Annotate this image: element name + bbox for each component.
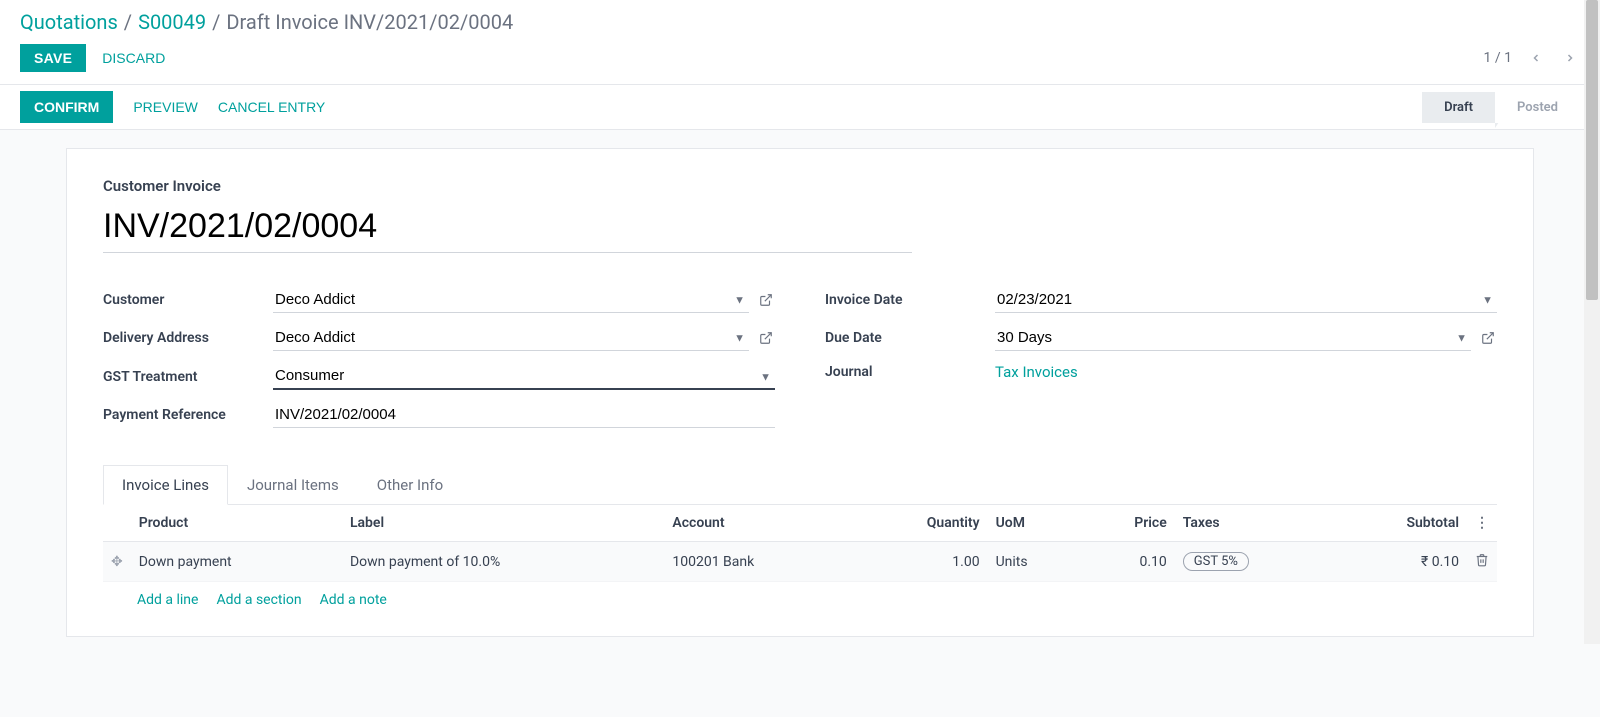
col-price: Price xyxy=(1081,505,1175,542)
delivery-input[interactable] xyxy=(273,325,749,351)
breadcrumb-sep: / xyxy=(124,10,132,34)
status-draft[interactable]: Draft xyxy=(1422,92,1495,123)
customer-input[interactable] xyxy=(273,287,749,313)
invoice-title-input[interactable] xyxy=(103,205,912,253)
preview-button[interactable]: Preview xyxy=(133,99,198,115)
table-row[interactable]: ✥ Down payment Down payment of 10.0% 100… xyxy=(103,542,1497,582)
tab-invoice-lines[interactable]: Invoice Lines xyxy=(103,465,228,505)
payref-input[interactable] xyxy=(273,402,775,428)
col-product: Product xyxy=(131,505,342,542)
cell-uom[interactable]: Units xyxy=(988,542,1081,582)
tab-other-info[interactable]: Other Info xyxy=(358,465,462,505)
scrollbar[interactable] xyxy=(1584,0,1600,644)
save-button[interactable]: Save xyxy=(20,44,86,72)
chevron-right-icon[interactable] xyxy=(1560,48,1580,68)
delivery-label: Delivery Address xyxy=(103,330,273,346)
payref-label: Payment Reference xyxy=(103,407,273,423)
customer-label: Customer xyxy=(103,292,273,308)
breadcrumb-order[interactable]: S00049 xyxy=(138,10,206,34)
journal-label: Journal xyxy=(825,364,995,380)
add-section-link[interactable]: Add a section xyxy=(216,592,301,608)
gst-label: GST Treatment xyxy=(103,369,273,385)
journal-link[interactable]: Tax Invoices xyxy=(995,363,1078,381)
scrollbar-thumb[interactable] xyxy=(1586,0,1598,300)
cell-quantity[interactable]: 1.00 xyxy=(854,542,987,582)
drag-handle-icon[interactable]: ✥ xyxy=(103,542,131,582)
kebab-icon[interactable]: ⋮ xyxy=(1475,515,1489,531)
external-link-icon[interactable] xyxy=(757,329,775,347)
content-area: Customer Invoice Customer ▼ xyxy=(0,130,1600,717)
breadcrumb-root[interactable]: Quotations xyxy=(20,10,118,34)
breadcrumb-current: Draft Invoice INV/2021/02/0004 xyxy=(226,10,513,34)
invoice-date-input[interactable] xyxy=(995,287,1497,313)
external-link-icon[interactable] xyxy=(1479,329,1497,347)
invoice-date-label: Invoice Date xyxy=(825,292,995,308)
invoice-lines-table: Product Label Account Quantity UoM Price… xyxy=(103,505,1497,582)
col-label: Label xyxy=(342,505,664,542)
col-subtotal: Subtotal xyxy=(1334,505,1467,542)
form-sheet: Customer Invoice Customer ▼ xyxy=(66,148,1534,637)
gst-input[interactable] xyxy=(273,363,775,390)
cell-subtotal[interactable]: ₹ 0.10 xyxy=(1334,542,1467,582)
add-line-link[interactable]: Add a line xyxy=(137,592,198,608)
breadcrumb: Quotations / S00049 / Draft Invoice INV/… xyxy=(0,0,1600,40)
due-date-input[interactable] xyxy=(995,325,1471,351)
tab-journal-items[interactable]: Journal Items xyxy=(228,465,358,505)
col-taxes: Taxes xyxy=(1175,505,1334,542)
cell-price[interactable]: 0.10 xyxy=(1081,542,1175,582)
pager-text: 1 / 1 xyxy=(1484,50,1512,66)
cell-label[interactable]: Down payment of 10.0% xyxy=(342,542,664,582)
chevron-left-icon[interactable] xyxy=(1526,48,1546,68)
tabs: Invoice Lines Journal Items Other Info xyxy=(103,464,1497,505)
col-uom: UoM xyxy=(988,505,1081,542)
cell-taxes[interactable]: GST 5% xyxy=(1175,542,1334,582)
trash-icon[interactable] xyxy=(1475,555,1489,571)
confirm-button[interactable]: Confirm xyxy=(20,91,113,123)
add-note-link[interactable]: Add a note xyxy=(320,592,387,608)
discard-button[interactable]: Discard xyxy=(102,50,165,66)
status-posted[interactable]: Posted xyxy=(1495,92,1580,123)
section-label: Customer Invoice xyxy=(103,177,1497,195)
statusbar: Confirm Preview Cancel Entry Draft Poste… xyxy=(0,85,1600,130)
due-date-label: Due Date xyxy=(825,330,995,346)
breadcrumb-sep: / xyxy=(212,10,220,34)
col-quantity: Quantity xyxy=(854,505,987,542)
cell-product[interactable]: Down payment xyxy=(131,542,342,582)
cell-account[interactable]: 100201 Bank xyxy=(664,542,854,582)
external-link-icon[interactable] xyxy=(757,291,775,309)
cancel-entry-button[interactable]: Cancel Entry xyxy=(218,99,325,115)
col-account: Account xyxy=(664,505,854,542)
control-panel: Save Discard 1 / 1 xyxy=(0,40,1600,85)
